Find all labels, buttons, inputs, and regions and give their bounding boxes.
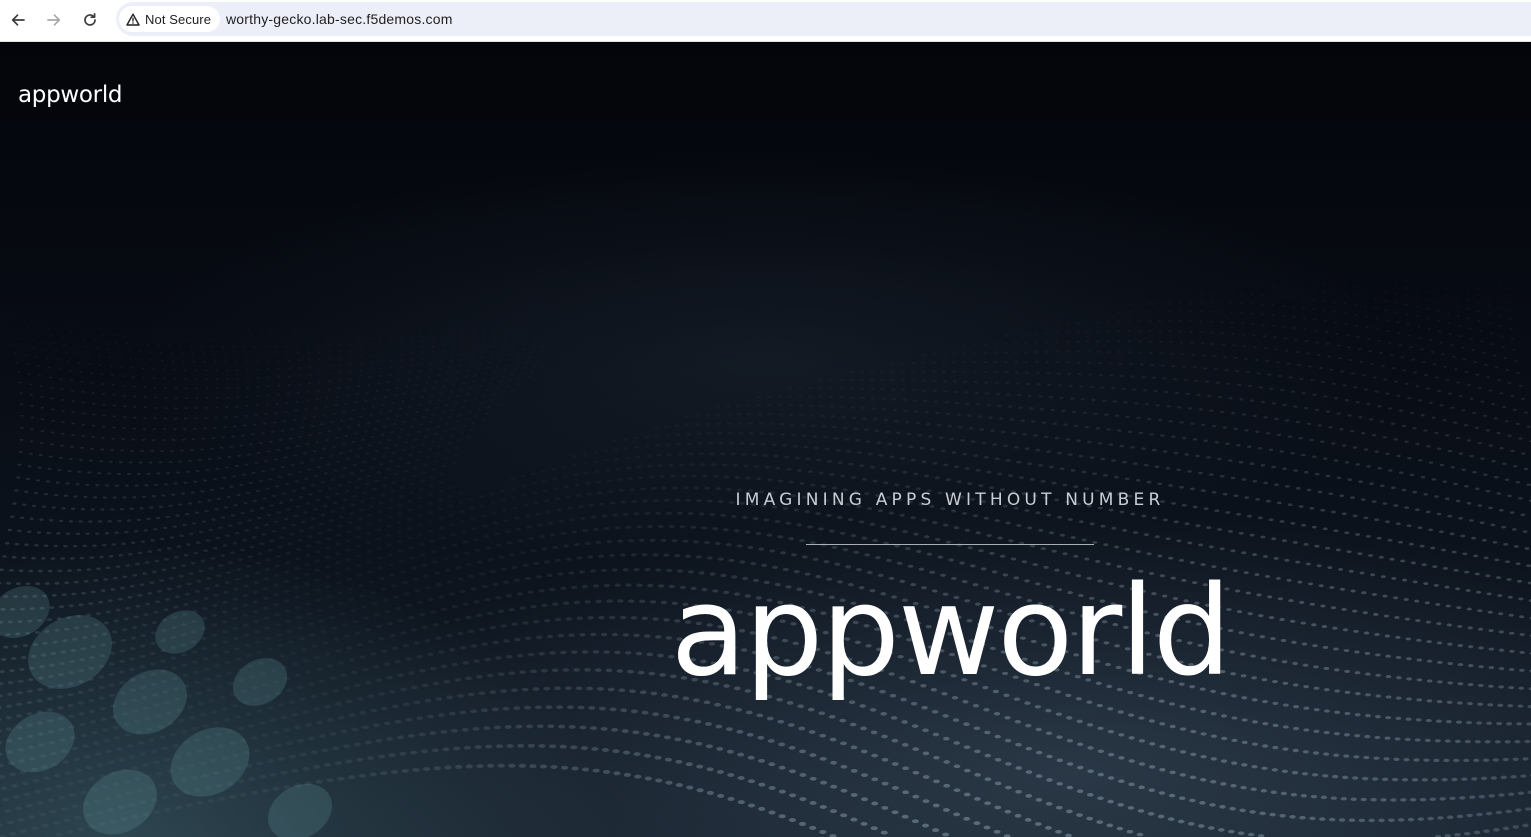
wave-dot-background — [0, 288, 1531, 837]
browser-toolbar: Not Secure worthy-gecko.lab-sec.f5demos.… — [0, 0, 1531, 42]
hero-divider — [806, 544, 1094, 545]
warning-triangle-icon — [126, 13, 140, 26]
arrow-right-icon — [47, 14, 61, 26]
page-viewport: appworld IMAGINING APPS WITHOUT NUMBER a… — [0, 42, 1531, 837]
back-button[interactable] — [5, 7, 31, 33]
arrow-left-icon — [11, 14, 25, 26]
reload-button[interactable] — [77, 7, 103, 33]
security-label: Not Secure — [145, 11, 212, 27]
url-text[interactable]: worthy-gecko.lab-sec.f5demos.com — [226, 11, 453, 27]
hero-title: appworld — [670, 560, 1232, 704]
reload-icon — [84, 12, 96, 26]
hero-tagline: IMAGINING APPS WITHOUT NUMBER — [735, 490, 1165, 510]
brand-logo[interactable]: appworld — [18, 82, 123, 108]
security-indicator[interactable]: Not Secure — [119, 6, 221, 32]
forward-button[interactable] — [41, 7, 67, 33]
address-bar[interactable]: Not Secure worthy-gecko.lab-sec.f5demos.… — [116, 2, 1531, 36]
